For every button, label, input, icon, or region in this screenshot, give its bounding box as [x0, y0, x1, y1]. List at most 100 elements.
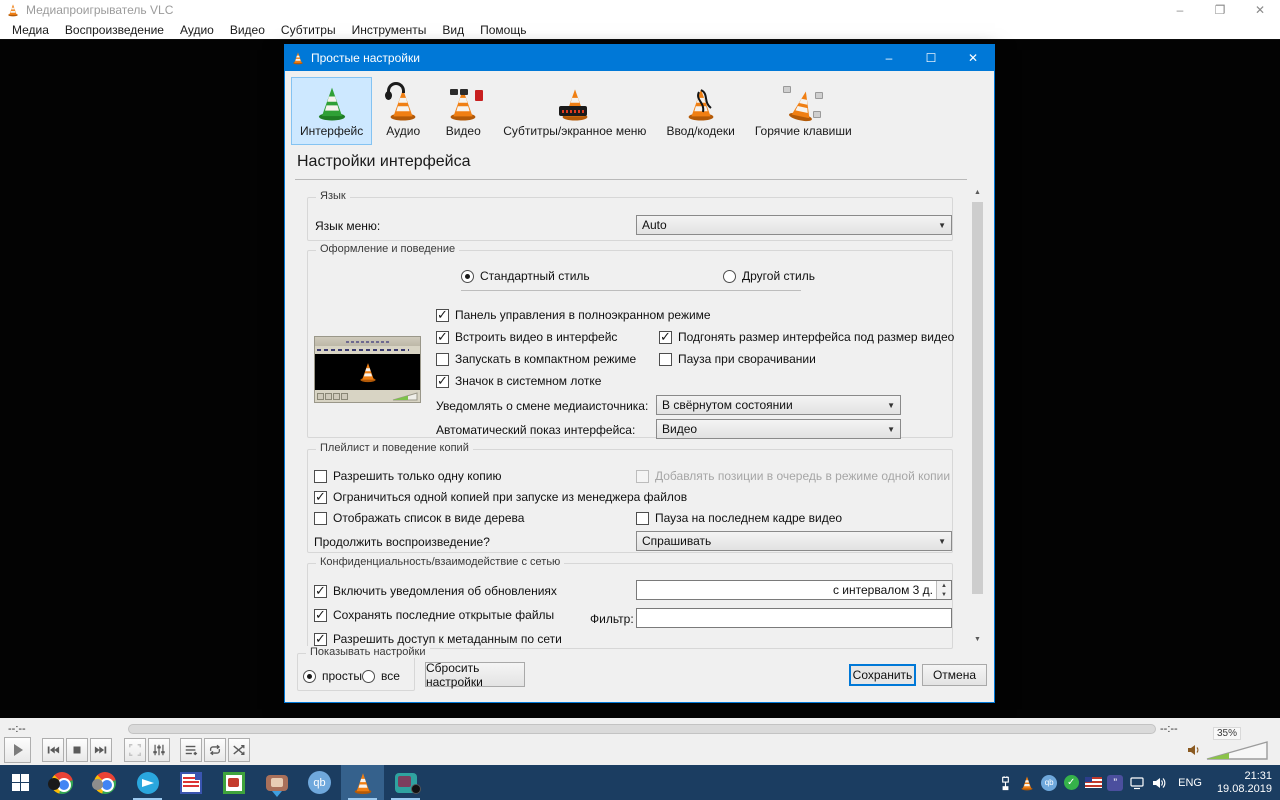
media-change-notify-combobox[interactable]: В свёрнутом состоянии▼ — [656, 395, 901, 415]
menu-media[interactable]: Медиа — [4, 21, 57, 39]
tab-audio[interactable]: Аудио — [374, 77, 432, 145]
usb-tray-icon[interactable] — [994, 765, 1016, 800]
dialog-maximize-button[interactable]: ☐ — [910, 45, 952, 71]
update-interval-spinbox[interactable]: с интервалом 3 д. ▲▼ — [636, 580, 952, 600]
resize-interface-checkbox[interactable]: Подгонять размер интерфейса под размер в… — [659, 330, 954, 344]
checkbox-icon[interactable] — [436, 309, 449, 322]
dialog-close-button[interactable]: ✕ — [952, 45, 994, 71]
tab-input-codecs[interactable]: Ввод/кодеки — [657, 77, 743, 145]
continue-playback-combobox[interactable]: Спрашивать▼ — [636, 531, 952, 551]
one-instance-filemanager-checkbox[interactable]: Ограничиться одной копией при запуске из… — [314, 490, 687, 504]
taskbar-save-app[interactable] — [169, 765, 212, 800]
pause-last-frame-checkbox[interactable]: Пауза на последнем кадре видео — [636, 511, 842, 525]
loop-button[interactable] — [204, 738, 226, 762]
volume-tray-icon[interactable] — [1148, 765, 1170, 800]
next-button[interactable] — [90, 738, 112, 762]
checkbox-icon[interactable] — [659, 353, 672, 366]
extended-settings-button[interactable] — [148, 738, 170, 762]
dialog-scrollbar[interactable]: ▲ ▼ — [971, 185, 984, 647]
checkbox-icon[interactable] — [314, 609, 327, 622]
update-notifications-checkbox[interactable]: Включить уведомления об обновлениях — [314, 584, 557, 598]
save-button[interactable]: Сохранить — [849, 664, 916, 686]
taskbar-chrome[interactable] — [83, 765, 126, 800]
auto-show-interface-combobox[interactable]: Видео▼ — [656, 419, 901, 439]
checkbox-icon[interactable] — [436, 331, 449, 344]
dialog-minimize-button[interactable]: – — [868, 45, 910, 71]
network-metadata-checkbox[interactable]: Разрешить доступ к метаданным по сети — [314, 632, 562, 646]
network-tray-icon[interactable] — [1126, 765, 1148, 800]
menu-playback[interactable]: Воспроизведение — [57, 21, 172, 39]
scroll-up-icon[interactable]: ▲ — [971, 185, 984, 200]
random-button[interactable] — [228, 738, 250, 762]
scroll-down-icon[interactable]: ▼ — [971, 632, 984, 647]
checkbox-icon[interactable] — [436, 375, 449, 388]
menu-tools[interactable]: Инструменты — [344, 21, 435, 39]
one-instance-checkbox[interactable]: Разрешить только одну копию — [314, 469, 501, 483]
compact-mode-checkbox[interactable]: Запускать в компактном режиме — [436, 352, 636, 366]
checkbox-icon[interactable] — [314, 512, 327, 525]
checkbox-icon[interactable] — [314, 585, 327, 598]
standard-style-radio[interactable]: Стандартный стиль — [461, 269, 590, 283]
menu-language-combobox[interactable]: Auto▼ — [636, 215, 952, 235]
antivirus-tray-icon[interactable]: ✓ — [1060, 765, 1082, 800]
menu-subtitles[interactable]: Субтитры — [273, 21, 344, 39]
tree-view-checkbox[interactable]: Отображать список в виде дерева — [314, 511, 524, 525]
cancel-button[interactable]: Отмена — [922, 664, 987, 686]
mute-speaker-icon[interactable] — [1186, 742, 1202, 758]
seek-slider[interactable] — [128, 724, 1156, 734]
menu-audio[interactable]: Аудио — [172, 21, 222, 39]
checkbox-icon[interactable] — [436, 353, 449, 366]
reset-settings-button[interactable]: Сбросить настройки — [425, 662, 525, 687]
language-indicator[interactable]: ENG — [1170, 777, 1210, 789]
playlist-button[interactable] — [180, 738, 202, 762]
radio-icon[interactable] — [461, 270, 474, 283]
taskbar-telegram[interactable] — [126, 765, 169, 800]
tab-subtitles[interactable]: Субтитры/экранное меню — [494, 77, 655, 145]
tab-video[interactable]: Видео — [434, 77, 492, 145]
taskbar-contacts-app[interactable] — [255, 765, 298, 800]
checkbox-icon[interactable] — [636, 512, 649, 525]
volume-slider[interactable] — [1205, 740, 1269, 761]
play-button[interactable] — [4, 737, 31, 763]
start-button[interactable] — [0, 765, 40, 800]
custom-style-radio[interactable]: Другой стиль — [723, 269, 815, 283]
spinner-buttons[interactable]: ▲▼ — [936, 581, 951, 599]
save-recent-files-checkbox[interactable]: Сохранять последние открытые файлы — [314, 608, 554, 622]
qbittorrent-tray-icon[interactable]: qb — [1038, 765, 1060, 800]
systray-icon-checkbox[interactable]: Значок в системном лотке — [436, 374, 601, 388]
radio-icon[interactable] — [362, 670, 375, 683]
menu-video[interactable]: Видео — [222, 21, 273, 39]
scrollbar-thumb[interactable] — [972, 202, 983, 594]
pause-on-minimize-checkbox[interactable]: Пауза при сворачивании — [659, 352, 816, 366]
taskbar-chrome-dark[interactable] — [40, 765, 83, 800]
spin-down-icon[interactable]: ▼ — [937, 590, 951, 599]
taskbar-image-viewer[interactable] — [212, 765, 255, 800]
checkbox-icon[interactable] — [659, 331, 672, 344]
fullscreen-controller-checkbox[interactable]: Панель управления в полноэкранном режиме — [436, 308, 711, 322]
taskbar-qbittorrent[interactable]: qb — [298, 765, 341, 800]
us-flag-icon[interactable] — [1082, 765, 1104, 800]
checkbox-icon[interactable] — [314, 633, 327, 646]
radio-icon[interactable] — [723, 270, 736, 283]
vlc-tray-icon[interactable] — [1016, 765, 1038, 800]
taskbar-vlc-active[interactable] — [341, 765, 384, 800]
tab-interface[interactable]: Интерфейс — [291, 77, 372, 145]
embed-video-checkbox[interactable]: Встроить видео в интерфейс — [436, 330, 617, 344]
filter-input[interactable] — [636, 608, 952, 628]
simple-settings-radio[interactable]: простые — [303, 669, 369, 683]
stop-button[interactable] — [66, 738, 88, 762]
menu-view[interactable]: Вид — [434, 21, 472, 39]
radio-icon[interactable] — [303, 670, 316, 683]
checkbox-icon[interactable] — [314, 470, 327, 483]
quotes-app-tray-icon[interactable]: ” — [1104, 765, 1126, 800]
menu-help[interactable]: Помощь — [472, 21, 534, 39]
dialog-titlebar[interactable]: Простые настройки – ☐ ✕ — [285, 45, 994, 71]
main-maximize-button[interactable]: ❐ — [1200, 0, 1240, 20]
all-settings-radio[interactable]: все — [362, 669, 400, 683]
main-minimize-button[interactable]: – — [1160, 0, 1200, 20]
spin-up-icon[interactable]: ▲ — [937, 581, 951, 590]
previous-button[interactable] — [42, 738, 64, 762]
main-close-button[interactable]: ✕ — [1240, 0, 1280, 20]
tab-hotkeys[interactable]: Горячие клавиши — [746, 77, 861, 145]
taskbar-screenshot-app[interactable] — [384, 765, 427, 800]
